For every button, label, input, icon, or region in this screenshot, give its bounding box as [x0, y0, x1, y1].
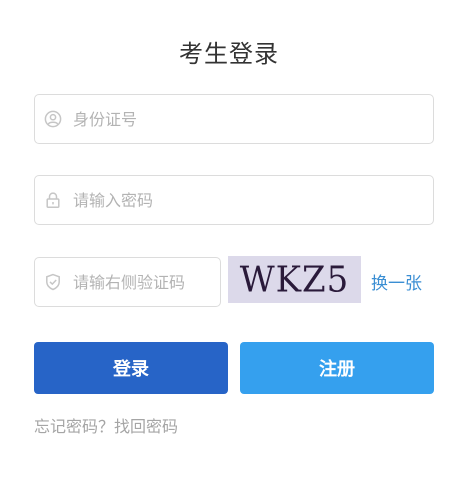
captcha-input[interactable]: [73, 272, 220, 292]
user-circle-icon: [44, 110, 62, 128]
page-title: 考生登录: [179, 40, 279, 68]
lock-icon: [44, 191, 62, 209]
register-button[interactable]: 注册: [240, 342, 434, 394]
refresh-captcha-link[interactable]: 换一张: [371, 269, 422, 294]
captcha-image[interactable]: WKZ5: [228, 256, 361, 303]
forgot-password-link[interactable]: 忘记密码？找回密码: [34, 413, 178, 437]
shield-check-icon: [44, 273, 62, 291]
captcha-text: WKZ5: [239, 258, 350, 301]
id-number-input[interactable]: [73, 109, 433, 129]
password-input[interactable]: [73, 190, 433, 210]
id-number-field[interactable]: [34, 94, 434, 144]
password-field[interactable]: [34, 175, 434, 225]
captcha-field[interactable]: [34, 257, 221, 307]
login-button[interactable]: 登录: [34, 342, 228, 394]
